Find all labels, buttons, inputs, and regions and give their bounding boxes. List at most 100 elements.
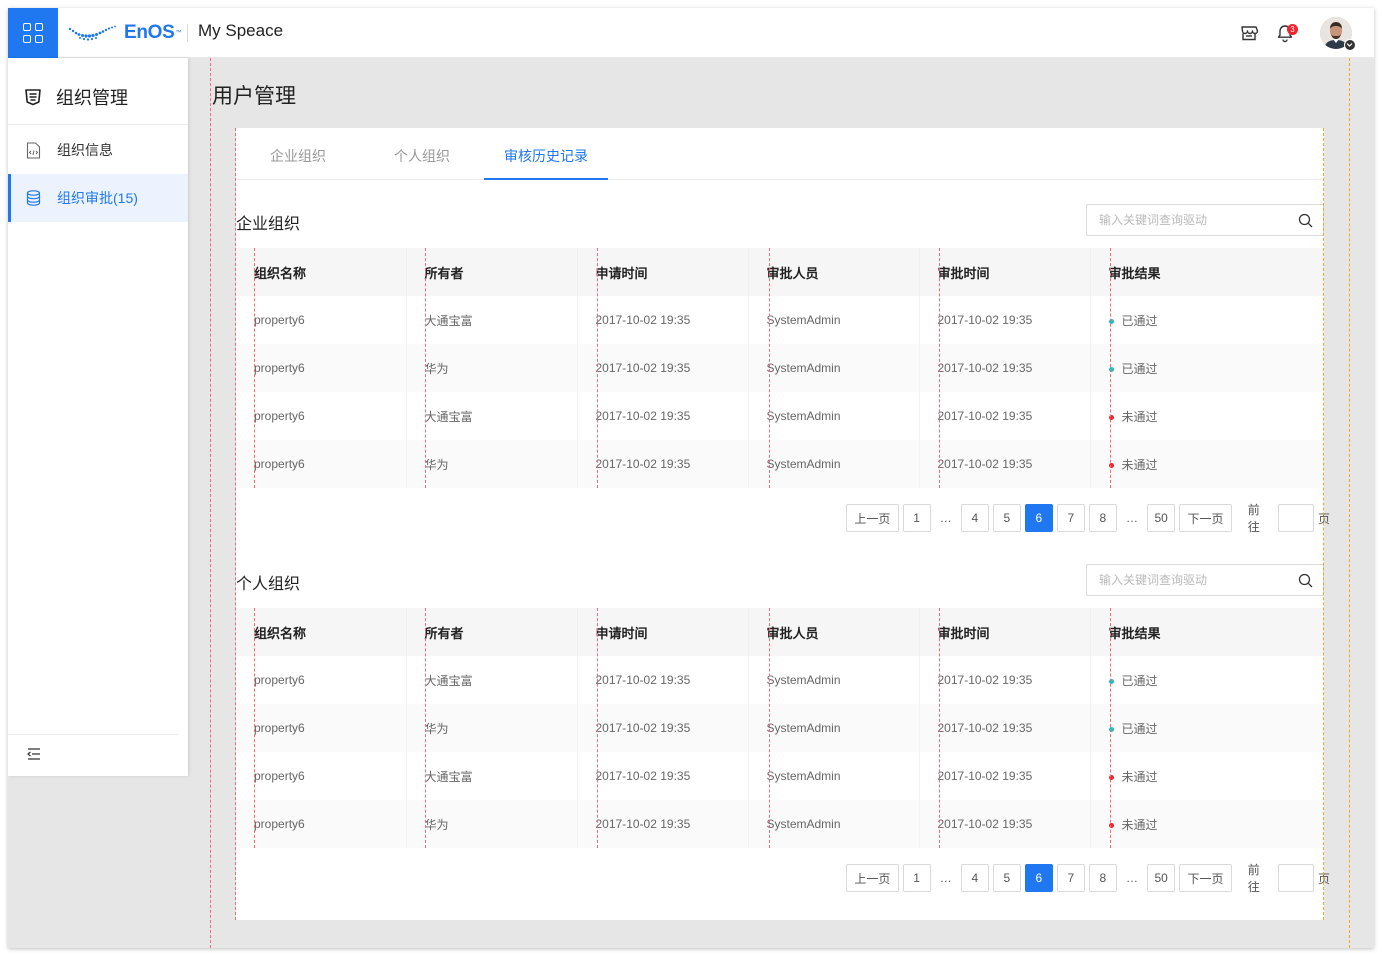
prev-page-button[interactable]: 上一页 (846, 864, 899, 892)
guide-line (254, 248, 255, 488)
table-cell: 2017-10-02 19:35 (919, 344, 1091, 392)
page-button[interactable]: 1 (902, 504, 931, 532)
collapse-menu-icon[interactable] (26, 746, 42, 762)
table-cell: SystemAdmin (748, 656, 920, 704)
table-row[interactable]: property6 华为 2017-10-02 19:35 SystemAdmin 20… (236, 704, 1324, 752)
sidebar-item-label: 组织信息 (57, 142, 113, 158)
table-cell: 大通宝富 (406, 296, 578, 344)
table-cell: SystemAdmin (748, 704, 920, 752)
table-cell: 2017-10-02 19:35 (919, 392, 1091, 440)
guide-line (425, 248, 426, 488)
sidebar-item-org-approval[interactable]: 组织审批(15) (8, 174, 188, 222)
table-row[interactable]: property6 大通宝富 2017-10-02 19:35 SystemAdmin… (236, 392, 1324, 440)
page-button[interactable]: 1 (902, 864, 931, 892)
goto-page-input[interactable] (1278, 504, 1315, 532)
pagination-ellipsis[interactable]: … (935, 511, 957, 525)
page-button[interactable]: 5 (992, 864, 1021, 892)
store-icon[interactable] (1239, 23, 1259, 43)
status-text: 已通过 (1121, 361, 1158, 376)
tab-audit-history[interactable]: 审核历史记录 (484, 128, 608, 180)
table-cell: 未通过 (1090, 752, 1324, 800)
table-cell: 大通宝富 (406, 656, 578, 704)
table-cell: 2017-10-02 19:35 (577, 440, 749, 488)
table-cell: SystemAdmin (748, 752, 920, 800)
table-cell: 2017-10-02 19:35 (919, 800, 1091, 848)
table-row[interactable]: property6 大通宝富 2017-10-02 19:35 SystemAdmin… (236, 656, 1324, 704)
table-cell: 未通过 (1090, 440, 1324, 488)
table-cell: 2017-10-02 19:35 (919, 656, 1091, 704)
enos-logo[interactable]: EnOS ™ (68, 21, 182, 45)
table-cell: 2017-10-02 19:35 (577, 392, 749, 440)
column-header-owner[interactable]: 所有者 (406, 608, 578, 656)
page-button[interactable]: 6 (1024, 864, 1053, 892)
page-button[interactable]: 7 (1056, 504, 1085, 532)
guide-line (1323, 128, 1324, 920)
table-cell: property6 (236, 344, 407, 392)
page-button[interactable]: 50 (1147, 864, 1176, 892)
sidebar-title: 组织管理 (56, 88, 128, 108)
guide-line (597, 248, 598, 488)
column-header-apply-time[interactable]: 申请时间 (577, 608, 749, 656)
status-text: 已通过 (1121, 673, 1158, 688)
table-row[interactable]: property6 华为 2017-10-02 19:35 SystemAdmin 20… (236, 344, 1324, 392)
page-button[interactable]: 7 (1056, 864, 1085, 892)
pagination-ellipsis[interactable]: … (1121, 871, 1143, 885)
table-cell: 已通过 (1090, 296, 1324, 344)
page-button[interactable]: 4 (960, 864, 989, 892)
search-icon[interactable] (1298, 573, 1313, 588)
column-header-approver[interactable]: 审批人员 (748, 248, 920, 296)
guide-line (597, 608, 598, 848)
page-button[interactable]: 8 (1088, 504, 1117, 532)
page-button[interactable]: 4 (960, 504, 989, 532)
table-cell: 大通宝富 (406, 752, 578, 800)
column-header-approve-time[interactable]: 审批时间 (919, 608, 1091, 656)
column-header-org-name[interactable]: 组织名称 (236, 608, 407, 656)
guide-line (235, 128, 236, 920)
guide-line (210, 58, 211, 948)
data-table: 组织名称 所有者 申请时间 审批人员 审批时间 审批结果 property6 大通宝富 2017… (236, 248, 1324, 488)
page-button[interactable]: 8 (1088, 864, 1117, 892)
column-header-result[interactable]: 审批结果 (1090, 248, 1324, 296)
table-row[interactable]: property6 大通宝富 2017-10-02 19:35 SystemAdmin… (236, 296, 1324, 344)
table-cell: 华为 (406, 440, 578, 488)
next-page-button[interactable]: 下一页 (1179, 504, 1232, 532)
column-header-apply-time[interactable]: 申请时间 (577, 248, 749, 296)
guide-line (1110, 248, 1111, 488)
tab-personal-org[interactable]: 个人组织 (360, 128, 484, 180)
column-header-owner[interactable]: 所有者 (406, 248, 578, 296)
header-divider (187, 24, 188, 42)
column-header-approver[interactable]: 审批人员 (748, 608, 920, 656)
top-bar: EnOS ™ My Speace 3 (8, 8, 1374, 58)
prev-page-button[interactable]: 上一页 (846, 504, 899, 532)
status-text: 未通过 (1121, 457, 1158, 472)
guide-line (939, 248, 940, 488)
chevron-down-icon[interactable] (1344, 39, 1356, 51)
table-cell: 2017-10-02 19:35 (577, 752, 749, 800)
table-cell: 华为 (406, 344, 578, 392)
page-button[interactable]: 6 (1024, 504, 1053, 532)
page-button[interactable]: 50 (1147, 504, 1176, 532)
pagination-ellipsis[interactable]: … (1121, 511, 1143, 525)
table-row[interactable]: property6 华为 2017-10-02 19:35 SystemAdmin 20… (236, 440, 1324, 488)
pagination-ellipsis[interactable]: … (935, 871, 957, 885)
column-header-org-name[interactable]: 组织名称 (236, 248, 407, 296)
page-button[interactable]: 5 (992, 504, 1021, 532)
tab-enterprise-org[interactable]: 企业组织 (236, 128, 360, 180)
search-icon[interactable] (1298, 213, 1313, 228)
logo-wordmark: EnOS (124, 22, 175, 43)
column-header-result[interactable]: 审批结果 (1090, 608, 1324, 656)
table-cell: property6 (236, 752, 407, 800)
table-cell: 华为 (406, 704, 578, 752)
table-row[interactable]: property6 华为 2017-10-02 19:35 SystemAdmin 20… (236, 800, 1324, 848)
search-input[interactable] (1087, 205, 1287, 235)
search-input[interactable] (1087, 565, 1287, 595)
goto-page-input[interactable] (1278, 864, 1315, 892)
next-page-button[interactable]: 下一页 (1179, 864, 1232, 892)
table-row[interactable]: property6 大通宝富 2017-10-02 19:35 SystemAdmin… (236, 752, 1324, 800)
column-header-approve-time[interactable]: 审批时间 (919, 248, 1091, 296)
table-cell: 2017-10-02 19:35 (919, 296, 1091, 344)
app-launcher-button[interactable] (8, 8, 58, 58)
sidebar-item-org-info[interactable]: 组织信息 (8, 126, 188, 174)
table-cell: SystemAdmin (748, 392, 920, 440)
guide-line (425, 608, 426, 848)
